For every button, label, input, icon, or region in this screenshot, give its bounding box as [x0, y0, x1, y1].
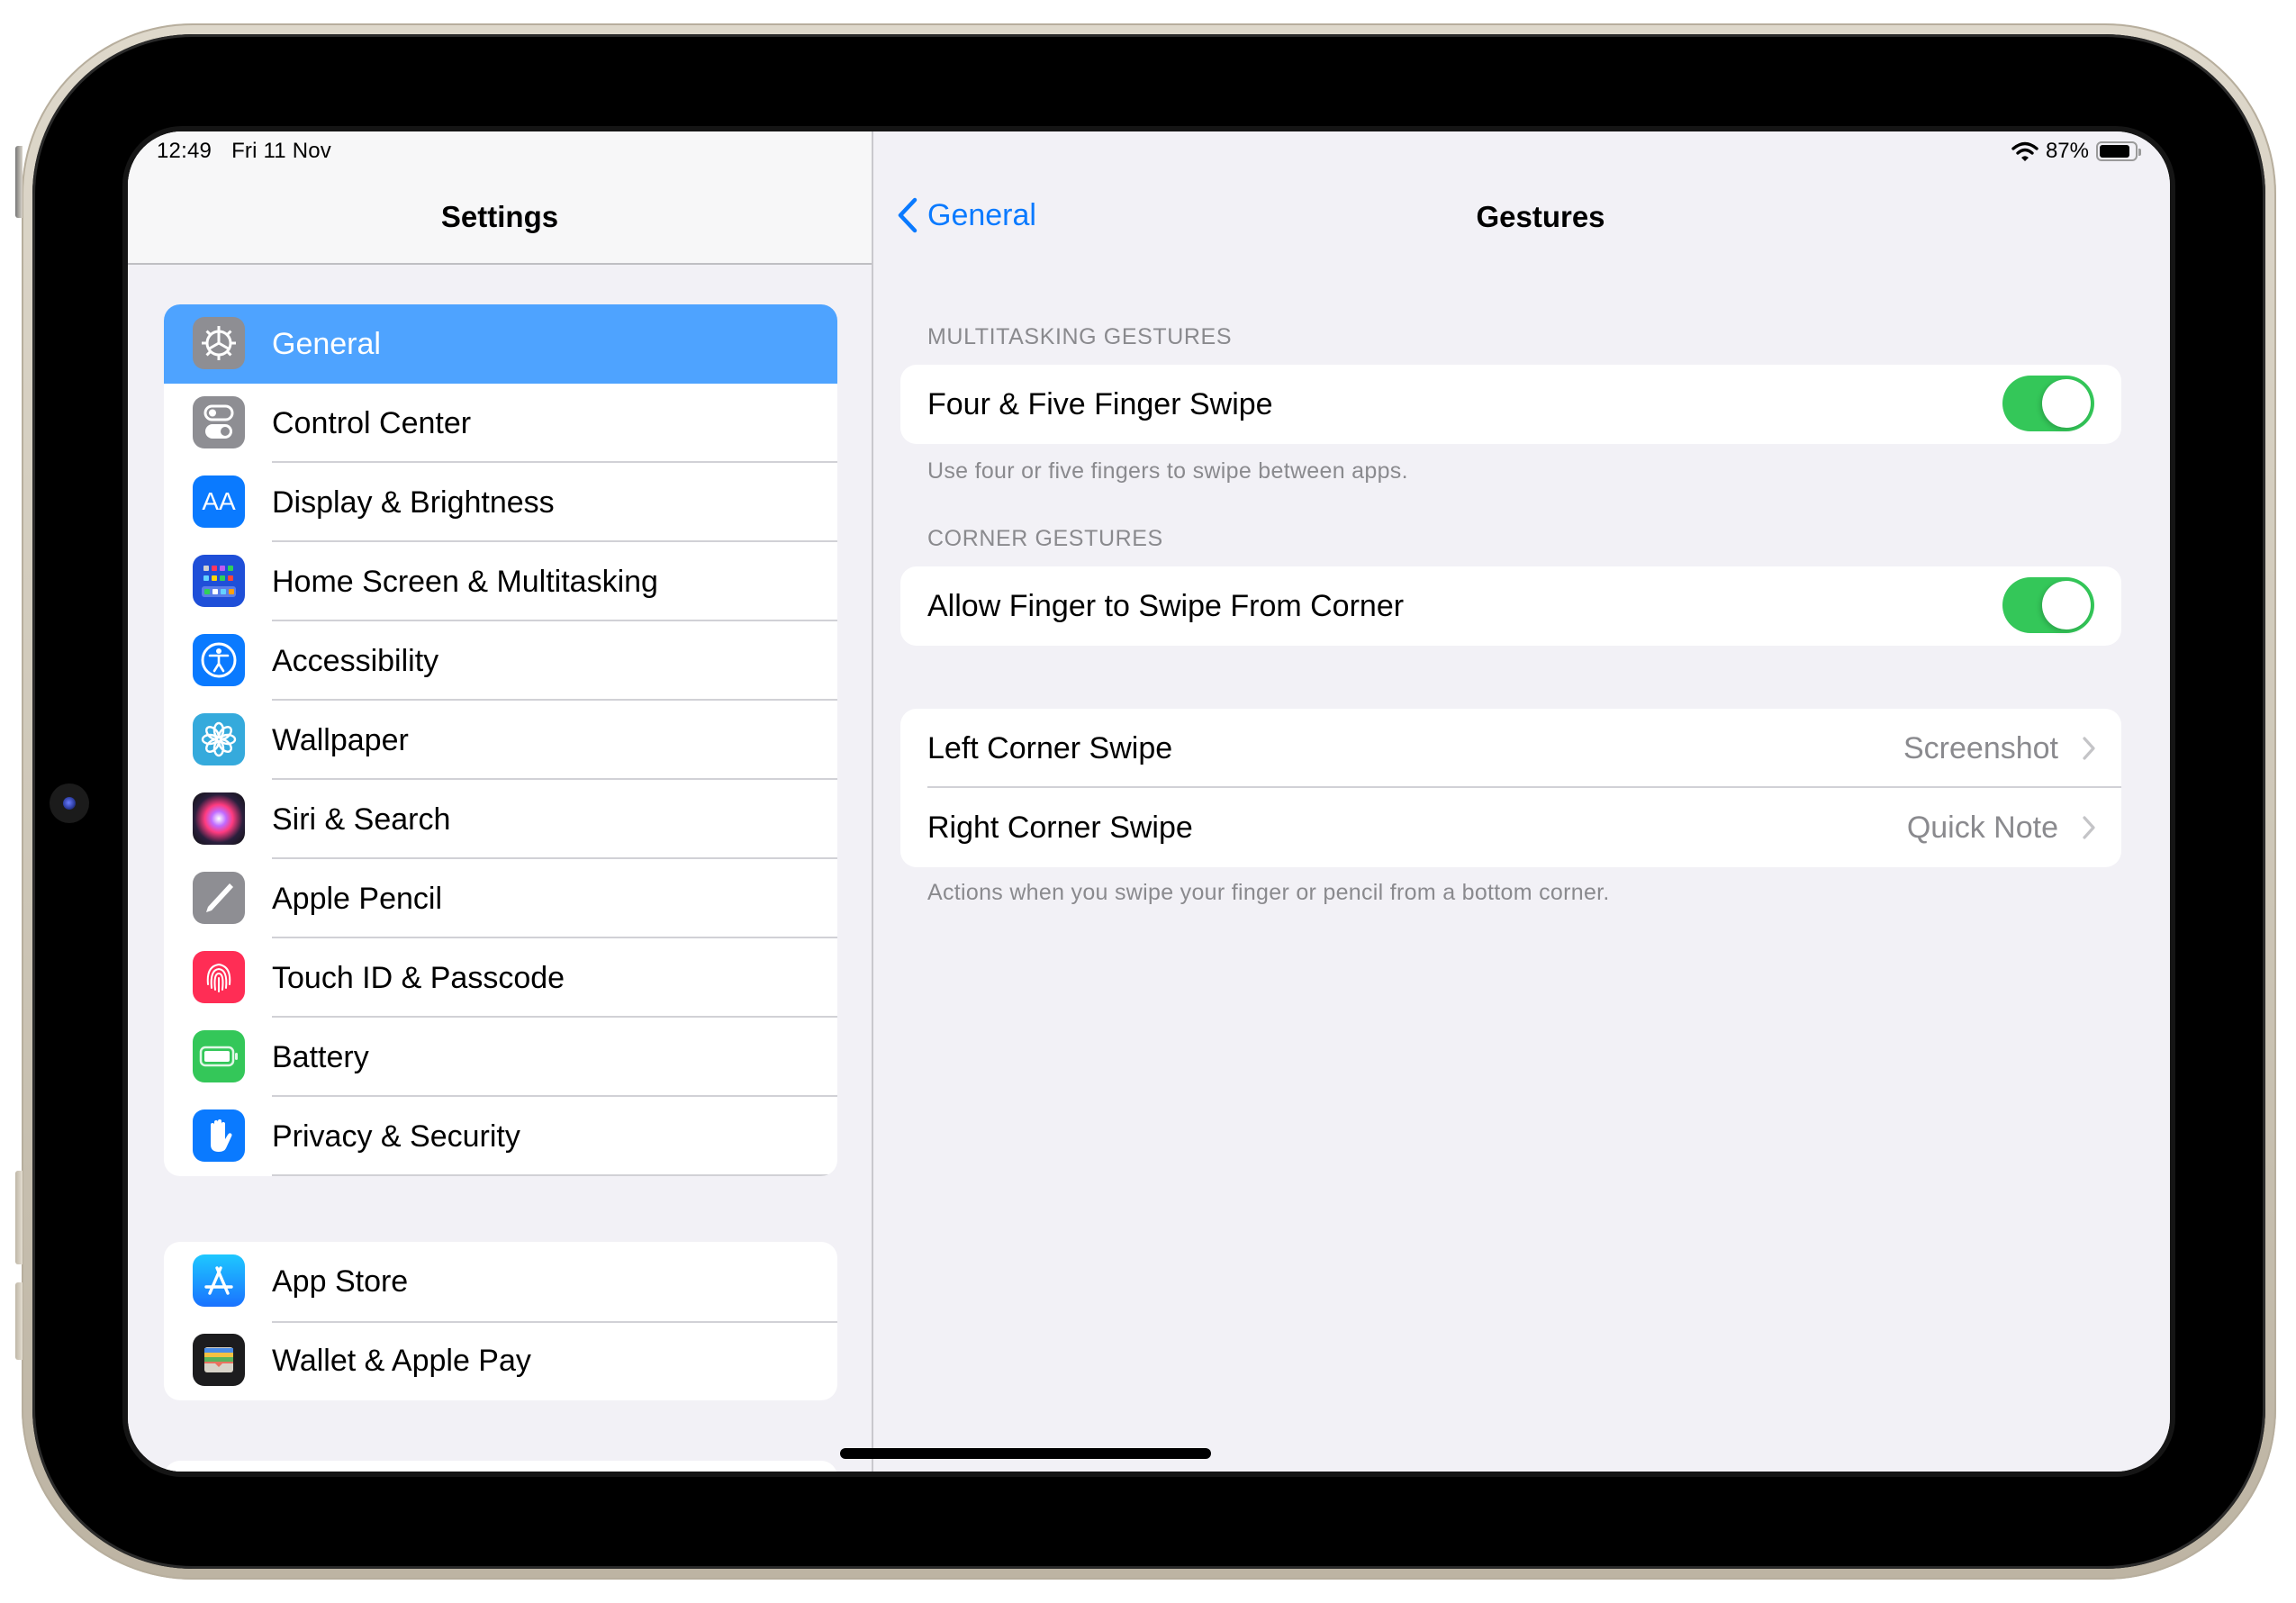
volume-down-button — [15, 1282, 23, 1360]
top-button — [15, 146, 23, 218]
sidebar-title: Settings — [440, 200, 559, 233]
row-label: Left Corner Swipe — [927, 731, 1173, 765]
section-footer-multitasking: Use four or five fingers to swipe betwee… — [927, 458, 1408, 484]
status-bar-right: 87% — [2011, 139, 2141, 164]
toggle-knob — [2042, 379, 2091, 428]
sidebar-item-label: Siri & Search — [272, 802, 451, 837]
pencil-icon — [193, 872, 245, 924]
sidebar-item-label: Privacy & Security — [272, 1119, 520, 1154]
battery-percent: 87% — [2045, 139, 2089, 163]
sidebar-group-store: App Store Wallet & Apple Pay — [164, 1242, 837, 1400]
sidebar-item-label: Touch ID & Passcode — [272, 961, 565, 995]
row-four-five-finger-swipe: Four & Five Finger Swipe — [900, 365, 2121, 444]
battery-icon — [193, 1030, 245, 1082]
chevron-right-icon — [2083, 737, 2095, 760]
sidebar-item-wallet[interactable]: Wallet & Apple Pay — [164, 1321, 837, 1400]
sidebar-item-label: Display & Brightness — [272, 485, 555, 520]
row-value: Quick Note — [1906, 811, 2058, 845]
gear-icon — [193, 317, 245, 369]
sidebar-item-label: App Store — [272, 1264, 409, 1299]
fingerprint-icon — [193, 951, 245, 1003]
display-brightness-icon: AA — [193, 475, 245, 528]
sidebar-item-general[interactable]: General — [164, 304, 837, 384]
accessibility-icon — [193, 634, 245, 686]
wallpaper-icon — [193, 713, 245, 765]
sidebar-item-label: General — [272, 327, 381, 361]
wifi-icon — [2011, 141, 2038, 161]
row-right-corner-swipe[interactable]: Right Corner Swipe Quick Note — [900, 788, 2121, 867]
sidebar-item-battery[interactable]: Battery — [164, 1018, 837, 1097]
sidebar-item-label: Wallet & Apple Pay — [272, 1344, 531, 1378]
sidebar-item-label: Accessibility — [272, 644, 439, 678]
sidebar-item-label: Battery — [272, 1040, 369, 1074]
sidebar-item-wallpaper[interactable]: Wallpaper — [164, 701, 837, 780]
screen: Settings General Control Center AA Displ… — [128, 131, 2170, 1472]
card-corner-actions: Left Corner Swipe Screenshot Right Corne… — [900, 709, 2121, 867]
card-multitasking: Four & Five Finger Swipe — [900, 365, 2121, 444]
card-corner-gestures: Allow Finger to Swipe From Corner — [900, 566, 2121, 646]
sidebar-item-privacy-security[interactable]: Privacy & Security — [164, 1097, 837, 1176]
home-screen-icon — [193, 555, 245, 607]
sidebar-item-accessibility[interactable]: Accessibility — [164, 621, 837, 701]
sidebar-item-label: Control Center — [272, 406, 472, 440]
row-left-corner-swipe[interactable]: Left Corner Swipe Screenshot — [900, 709, 2121, 788]
battery-fill — [2100, 145, 2130, 158]
wallet-icon — [193, 1334, 245, 1386]
toggle-knob — [2042, 581, 2091, 629]
sidebar-item-home-screen[interactable]: Home Screen & Multitasking — [164, 542, 837, 621]
section-footer-corner-actions: Actions when you swipe your finger or pe… — [927, 880, 1610, 905]
sidebar-group-main: General Control Center AA Display & Brig… — [164, 304, 837, 1176]
front-camera — [50, 783, 89, 823]
status-time: 12:49 — [157, 139, 212, 163]
page-title: Gestures — [1476, 200, 1605, 233]
volume-up-button — [15, 1171, 23, 1264]
sidebar-item-label: Home Screen & Multitasking — [272, 565, 658, 599]
sidebar-item-touch-id[interactable]: Touch ID & Passcode — [164, 938, 837, 1018]
row-label: Right Corner Swipe — [927, 811, 1193, 845]
battery-icon — [2096, 141, 2141, 161]
chevron-right-icon — [2083, 816, 2095, 839]
settings-sidebar: Settings General Control Center AA Displ… — [128, 131, 873, 1472]
separator — [272, 1174, 837, 1176]
sidebar-item-display-brightness[interactable]: AA Display & Brightness — [164, 463, 837, 542]
sidebar-item-control-center[interactable]: Control Center — [164, 384, 837, 463]
status-bar-left: 12:49 Fri 11 Nov — [157, 139, 331, 164]
sidebar-item-label: Apple Pencil — [272, 882, 443, 916]
section-header-corner: CORNER GESTURES — [927, 526, 1163, 551]
row-label: Four & Five Finger Swipe — [927, 387, 1273, 421]
sidebar-item-label: Wallpaper — [272, 723, 409, 757]
row-label: Allow Finger to Swipe From Corner — [927, 589, 1405, 623]
control-center-icon — [193, 396, 245, 448]
sidebar-item-siri-search[interactable]: Siri & Search — [164, 780, 837, 859]
separator — [272, 1321, 837, 1323]
siri-icon — [193, 792, 245, 845]
hand-icon — [193, 1109, 245, 1162]
row-value: Screenshot — [1903, 731, 2058, 765]
sidebar-item-apple-pencil[interactable]: Apple Pencil — [164, 859, 837, 938]
status-date: Fri 11 Nov — [231, 139, 331, 163]
gestures-detail-pane: General Gestures MULTITASKING GESTURES F… — [875, 131, 2170, 1472]
section-header-multitasking: MULTITASKING GESTURES — [927, 324, 1233, 349]
app-store-icon — [193, 1254, 245, 1307]
home-indicator[interactable] — [840, 1448, 1211, 1459]
allow-finger-swipe-toggle[interactable] — [2002, 577, 2094, 633]
sidebar-group-partial — [164, 1461, 837, 1472]
sidebar-item-app-store[interactable]: App Store — [164, 1242, 837, 1321]
row-allow-finger-swipe: Allow Finger to Swipe From Corner — [900, 566, 2121, 646]
four-five-finger-swipe-toggle[interactable] — [2002, 376, 2094, 431]
